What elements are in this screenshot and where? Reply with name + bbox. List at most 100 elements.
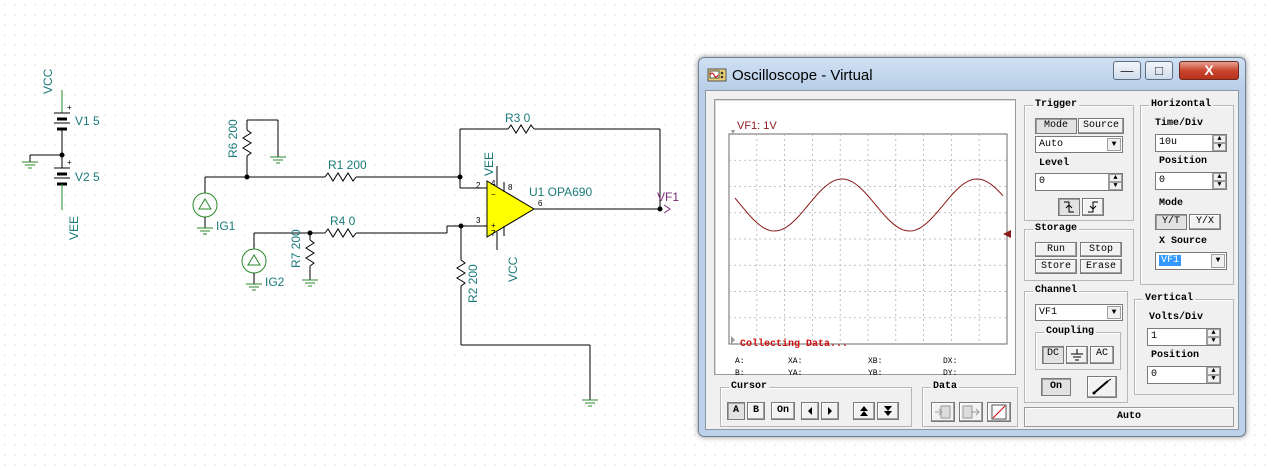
export-icon: [962, 405, 980, 419]
oscilloscope-window[interactable]: Oscilloscope - Virtual — □ X VF1: 1V Col…: [698, 57, 1246, 437]
trigger-level-stepper[interactable]: ▲ ▼: [1108, 174, 1122, 190]
trigger-group: Trigger Mode Source Auto ▼ Level 0 ▲ ▼: [1024, 99, 1134, 221]
voltsdiv-stepper[interactable]: ▲ ▼: [1206, 329, 1220, 345]
label-vcc-top: VCC: [41, 68, 55, 94]
trigger-level-value: 0: [1039, 176, 1046, 187]
label-vf1: VF1: [657, 190, 679, 204]
trigger-marker-icon: [731, 130, 735, 134]
scope-display: [728, 130, 1011, 345]
storage-group: Storage Run Stop Store Erase: [1024, 223, 1134, 281]
voltsdiv-input[interactable]: 1 ▲ ▼: [1147, 328, 1221, 346]
cursor-label-xb: XB:: [868, 357, 883, 366]
label-r2: R2 200: [466, 264, 480, 303]
arrow-up-double-icon: [860, 406, 868, 416]
timediv-stepper[interactable]: ▲ ▼: [1212, 135, 1226, 151]
rising-edge-button[interactable]: [1082, 198, 1104, 216]
trigger-level-label: Level: [1039, 158, 1070, 169]
yx-mode-button[interactable]: Y/X: [1189, 214, 1221, 230]
close-icon: X: [1204, 62, 1214, 78]
trigger-mode-select[interactable]: Auto ▼: [1035, 136, 1123, 153]
cursor-b-button[interactable]: B: [747, 402, 765, 420]
cursor-down-button[interactable]: [877, 402, 899, 420]
cursor-left-button[interactable]: [801, 402, 819, 420]
cursor-on-button[interactable]: On: [771, 402, 795, 420]
trigger-mode-tab[interactable]: Mode: [1035, 118, 1077, 134]
trigger-title: Trigger: [1033, 99, 1080, 110]
window-title: Oscilloscope - Virtual: [732, 67, 873, 84]
data-plot-button[interactable]: [987, 402, 1011, 422]
data-export-button[interactable]: [959, 402, 983, 422]
channel-on-button[interactable]: On: [1041, 378, 1071, 396]
probe-button[interactable]: [1087, 376, 1117, 398]
label-ig1: IG1: [216, 219, 236, 233]
pin-2: 2: [476, 181, 481, 190]
maximize-icon: □: [1155, 63, 1163, 78]
horizontal-position-label: Position: [1159, 156, 1208, 167]
vertical-group: Vertical Volts/Div 1 ▲ ▼ Position 0 ▲ ▼: [1134, 293, 1234, 395]
cursor-label-xa: XA:: [788, 357, 803, 366]
pin-7: 7: [491, 229, 496, 238]
probe-icon: [1092, 378, 1112, 395]
rising-edge-icon: [1088, 201, 1098, 213]
stop-button[interactable]: Stop: [1080, 242, 1122, 257]
cursor-label-yb: YB:: [868, 369, 883, 378]
title-bar[interactable]: Oscilloscope - Virtual — □ X: [699, 58, 1245, 90]
oscilloscope-panel: VF1: 1V Collecting Data... A: XA: XB: DX…: [705, 90, 1239, 430]
channel-value: VF1: [1039, 307, 1058, 318]
trigger-source-tab[interactable]: Source: [1078, 118, 1124, 134]
chevron-down-icon[interactable]: ▼: [1107, 306, 1121, 319]
oscilloscope-app-icon: [707, 68, 727, 82]
horizontal-position-stepper[interactable]: ▲ ▼: [1212, 173, 1226, 189]
channel-select[interactable]: VF1 ▼: [1035, 304, 1123, 321]
erase-button[interactable]: Erase: [1080, 259, 1122, 274]
arrow-right-icon: [828, 407, 832, 415]
timediv-input[interactable]: 10u ▲ ▼: [1155, 134, 1227, 152]
falling-edge-icon: [1064, 201, 1074, 213]
coupling-title: Coupling: [1044, 326, 1097, 337]
minimize-button[interactable]: —: [1113, 61, 1141, 80]
trigger-level-input[interactable]: 0 ▲ ▼: [1035, 173, 1123, 191]
maximize-button[interactable]: □: [1145, 61, 1173, 80]
arrow-left-icon: [808, 407, 812, 415]
vertical-title: Vertical: [1143, 293, 1196, 304]
cursor-label-dy: DY:: [943, 369, 958, 378]
minimize-icon: —: [1120, 63, 1134, 78]
vertical-position-stepper[interactable]: ▲ ▼: [1206, 367, 1220, 383]
store-button[interactable]: Store: [1035, 259, 1077, 274]
circuit-schematic: − + VCC + V1 5 + V2 5 VEE R6 200 R1 200 …: [22, 68, 679, 407]
cursor-right-button[interactable]: [821, 402, 839, 420]
ac-coupling-button[interactable]: AC: [1090, 346, 1114, 364]
timediv-label: Time/Div: [1155, 118, 1204, 129]
pin-6: 6: [538, 199, 543, 208]
cursor-group: Cursor A B On: [720, 381, 912, 427]
voltsdiv-value: 1: [1151, 331, 1158, 342]
horizontal-mode-label: Mode: [1159, 198, 1184, 209]
cursor-a-button[interactable]: A: [727, 402, 745, 420]
dc-coupling-button[interactable]: DC: [1042, 346, 1064, 364]
cursor-label-dx: DX:: [943, 357, 958, 366]
close-button[interactable]: X: [1179, 61, 1239, 80]
chevron-down-icon[interactable]: ▼: [1107, 138, 1121, 151]
run-button[interactable]: Run: [1035, 242, 1077, 257]
label-r4: R4 0: [330, 214, 356, 228]
cursor-up-button[interactable]: [853, 402, 875, 420]
falling-edge-button[interactable]: [1058, 198, 1080, 216]
label-r7: R7 200: [289, 229, 303, 268]
arrow-down-double-icon: [884, 406, 892, 416]
pin-8: 8: [508, 183, 513, 192]
import-icon: [935, 405, 951, 419]
chevron-down-icon[interactable]: ▼: [1211, 254, 1225, 268]
ground-icon: [1071, 349, 1083, 361]
horizontal-position-input[interactable]: 0 ▲ ▼: [1155, 172, 1227, 190]
xsource-select[interactable]: VF1 ▼: [1155, 252, 1227, 270]
label-op-vee: VEE: [482, 152, 496, 176]
ground-coupling-button[interactable]: [1066, 346, 1088, 364]
channel-title: Channel: [1033, 285, 1080, 296]
vertical-position-input[interactable]: 0 ▲ ▼: [1147, 366, 1221, 384]
yt-mode-button[interactable]: Y/T: [1155, 214, 1187, 230]
data-import-button[interactable]: [931, 402, 955, 422]
label-op-vcc: VCC: [506, 256, 520, 282]
label-plus-2: +: [67, 158, 72, 167]
data-title: Data: [931, 381, 960, 392]
label-u1: U1 OPA690: [529, 185, 592, 199]
